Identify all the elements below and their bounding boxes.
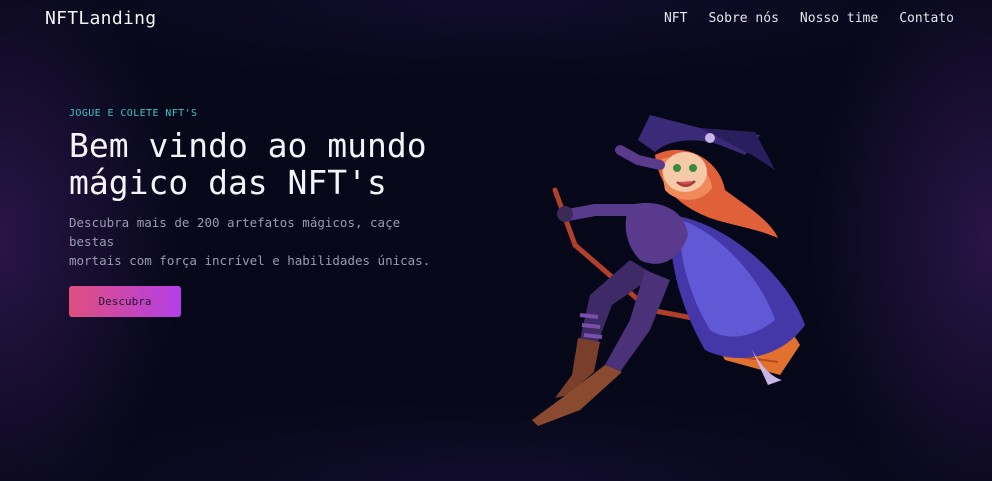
nav-link-sobre-nos[interactable]: Sobre nós [708,11,778,26]
hero-title-line-2: mágico das NFT's [69,163,387,202]
hero-title-line-1: Bem vindo ao mundo [69,126,427,165]
hero-description-line-1: Descubra mais de 200 artefatos mágicos, … [69,215,401,249]
top-navbar: NFTLanding NFT Sobre nós Nosso time Cont… [0,0,992,40]
nav-link-contato[interactable]: Contato [899,11,954,26]
nav-link-nft[interactable]: NFT [664,11,687,26]
nav-link-nosso-time[interactable]: Nosso time [800,11,878,26]
site-logo[interactable]: NFTLanding [45,8,156,29]
main-nav: NFT Sobre nós Nosso time Contato [664,11,954,26]
hero-description: Descubra mais de 200 artefatos mágicos, … [69,213,449,270]
hero-eyebrow: JOGUE E COLETE NFT'S [69,108,198,119]
hero-title: Bem vindo ao mundo mágico das NFT's [69,127,469,201]
hero-description-line-2: mortais com força incrível e habilidades… [69,253,431,268]
discover-button[interactable]: Descubra [69,286,181,317]
hero-section: JOGUE E COLETE NFT'S Bem vindo ao mundo … [69,108,469,317]
witch-illustration [532,115,805,426]
